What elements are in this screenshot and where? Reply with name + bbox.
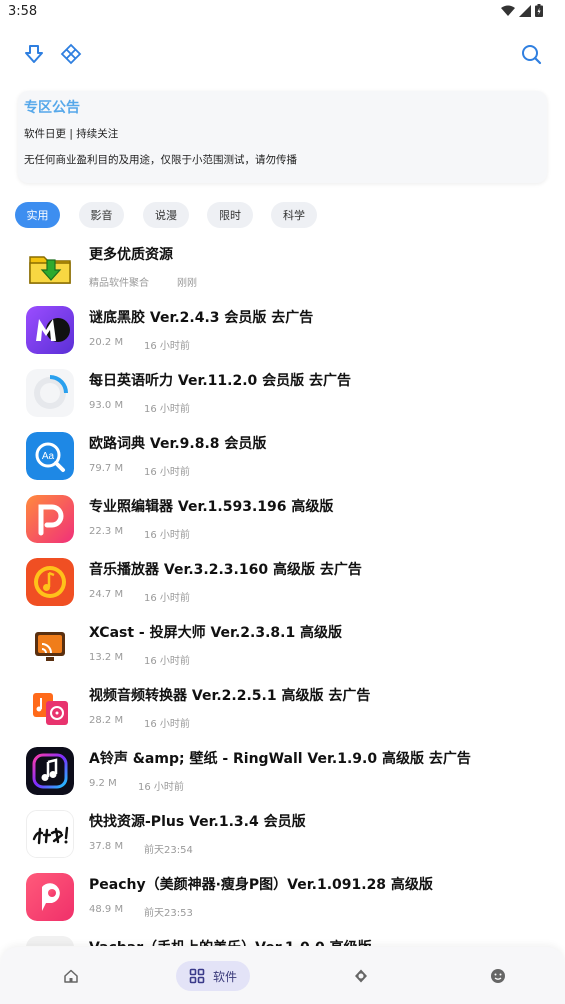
apps-grid-icon	[189, 968, 205, 984]
app-size: 79.7 M	[89, 463, 124, 474]
list-item[interactable]: 每日英语听力 Ver.11.2.0 会员版 去广告 93.0 M 16 小时前	[0, 362, 565, 425]
list-item[interactable]: 更多优质资源 精品软件聚合 刚刚	[0, 236, 565, 299]
ringtone-wallpaper-icon	[26, 747, 74, 795]
app-name: 视频音频转换器 Ver.2.2.5.1 高级版 去广告	[89, 688, 371, 704]
list-item[interactable]: XCast - 投屏大师 Ver.2.3.8.1 高级版 13.2 M 16 小…	[0, 614, 565, 677]
photo-editor-icon	[26, 495, 74, 543]
app-name: 专业照编辑器 Ver.1.593.196 高级版	[89, 499, 334, 515]
compass-icon	[355, 969, 367, 983]
app-updated-time: 16 小时前	[144, 404, 190, 415]
app-size: 22.3 M	[89, 526, 124, 537]
announcement-title: 专区公告	[24, 100, 80, 116]
app-updated-time: 16 小时前	[144, 530, 190, 541]
nav-software[interactable]: 软件	[176, 961, 250, 991]
wifi-icon	[501, 5, 515, 16]
list-item[interactable]: Peachy（美颜神器·瘦身P图）Ver.1.091.28 高级版 48.9 M…	[0, 866, 565, 929]
peachy-logo-icon	[26, 873, 74, 921]
app-updated-time: 16 小时前	[144, 656, 190, 667]
app-updated-time: 16 小时前	[144, 341, 190, 352]
app-updated-time: 16 小时前	[138, 782, 184, 793]
app-name: 谜底黑胶 Ver.2.4.3 会员版 去广告	[89, 310, 314, 326]
app-name: Peachy（美颜神器·瘦身P图）Ver.1.091.28 高级版	[89, 877, 433, 893]
nav-home[interactable]	[58, 961, 84, 991]
app-size: 37.8 M	[89, 841, 124, 852]
app-size: 精品软件聚合	[89, 278, 149, 289]
partial-app-icon	[26, 936, 74, 946]
nav-discover[interactable]	[348, 961, 374, 991]
bottom-navigation: 软件	[0, 947, 565, 1004]
status-icons	[501, 4, 543, 17]
app-size: 13.2 M	[89, 652, 124, 663]
list-item[interactable]: 谜底黑胶 Ver.2.4.3 会员版 去广告 20.2 M 16 小时前	[0, 299, 565, 362]
app-size: 28.2 M	[89, 715, 124, 726]
app-name: 欧路词典 Ver.9.8.8 会员版	[89, 436, 267, 452]
list-item[interactable]: 音乐播放器 Ver.3.2.3.160 高级版 去广告 24.7 M 16 小时…	[0, 551, 565, 614]
tab-practical[interactable]: 实用	[15, 202, 60, 228]
app-name: 音乐播放器 Ver.3.2.3.160 高级版 去广告	[89, 562, 362, 578]
status-bar: 3:58	[0, 0, 565, 26]
nav-profile[interactable]	[485, 961, 511, 991]
signal-icon	[519, 4, 531, 17]
app-size: 24.7 M	[89, 589, 124, 600]
app-name: XCast - 投屏大师 Ver.2.3.8.1 高级版	[89, 625, 343, 641]
app-updated-time: 前天23:53	[144, 908, 193, 919]
video-audio-converter-icon	[26, 684, 74, 732]
battery-icon	[535, 4, 543, 17]
kuaizhao-logo-art	[27, 811, 73, 857]
smiley-face-icon	[491, 969, 505, 983]
svg-text:Aa: Aa	[42, 451, 55, 462]
app-size: 9.2 M	[89, 778, 117, 789]
music-note-icon	[26, 558, 74, 606]
app-updated-time: 刚刚	[177, 278, 197, 289]
list-item[interactable]: 专业照编辑器 Ver.1.593.196 高级版 22.3 M 16 小时前	[0, 488, 565, 551]
cast-screen-icon	[26, 621, 74, 669]
announcement-subtitle: 软件日更 | 持续关注	[24, 128, 119, 140]
app-name: 更多优质资源	[89, 247, 173, 263]
category-grid-icon[interactable]	[57, 40, 85, 68]
status-time: 3:58	[8, 4, 38, 19]
list-item[interactable]: Vachar（手机上的美乐）Ver.1.0.0 高级版	[0, 929, 565, 946]
app-name: A铃声 &amp; 壁纸 - RingWall Ver.1.9.0 高级版 去广…	[89, 751, 471, 767]
app-size: 93.0 M	[89, 400, 124, 411]
folder-download-icon	[26, 243, 74, 291]
app-list: 更多优质资源 精品软件聚合 刚刚 谜底黑胶 Ver.2.4.3 会员版 去广告 …	[0, 236, 565, 946]
app-size: 20.2 M	[89, 337, 124, 348]
tab-limited[interactable]: 限时	[207, 202, 253, 228]
app-name: 快找资源-Plus Ver.1.3.4 会员版	[89, 814, 306, 830]
app-updated-time: 16 小时前	[144, 719, 190, 730]
home-icon	[64, 969, 78, 983]
announcement-card: 专区公告 软件日更 | 持续关注 无任何商业盈利目的及用途，仅限于小范围测试，请…	[18, 91, 547, 183]
kuaizhao-logo-icon	[26, 810, 74, 858]
list-item[interactable]: 快找资源-Plus Ver.1.3.4 会员版 37.8 M 前天23:54	[0, 803, 565, 866]
app-size: 48.9 M	[89, 904, 124, 915]
app-updated-time: 16 小时前	[144, 593, 190, 604]
dictionary-search-icon: Aa	[26, 432, 74, 480]
app-updated-time: 前天23:54	[144, 845, 193, 856]
search-icon[interactable]	[517, 40, 545, 68]
midi-vinyl-icon	[26, 306, 74, 354]
nav-software-label: 软件	[212, 969, 237, 984]
tab-media[interactable]: 影音	[79, 202, 124, 228]
app-name: Vachar（手机上的美乐）Ver.1.0.0 高级版	[89, 937, 372, 946]
download-icon[interactable]	[20, 40, 48, 68]
tab-science[interactable]: 科学	[271, 202, 317, 228]
tab-comics[interactable]: 说漫	[143, 202, 189, 228]
top-bar	[0, 40, 565, 70]
app-name: 每日英语听力 Ver.11.2.0 会员版 去广告	[89, 373, 352, 389]
list-item[interactable]: 视频音频转换器 Ver.2.2.5.1 高级版 去广告 28.2 M 16 小时…	[0, 677, 565, 740]
list-item[interactable]: Aa 欧路词典 Ver.9.8.8 会员版 79.7 M 16 小时前	[0, 425, 565, 488]
announcement-disclaimer: 无任何商业盈利目的及用途，仅限于小范围测试，请勿传播	[24, 154, 297, 166]
app-updated-time: 16 小时前	[144, 467, 190, 478]
listening-ring-icon	[26, 369, 74, 417]
list-item[interactable]: A铃声 &amp; 壁纸 - RingWall Ver.1.9.0 高级版 去广…	[0, 740, 565, 803]
